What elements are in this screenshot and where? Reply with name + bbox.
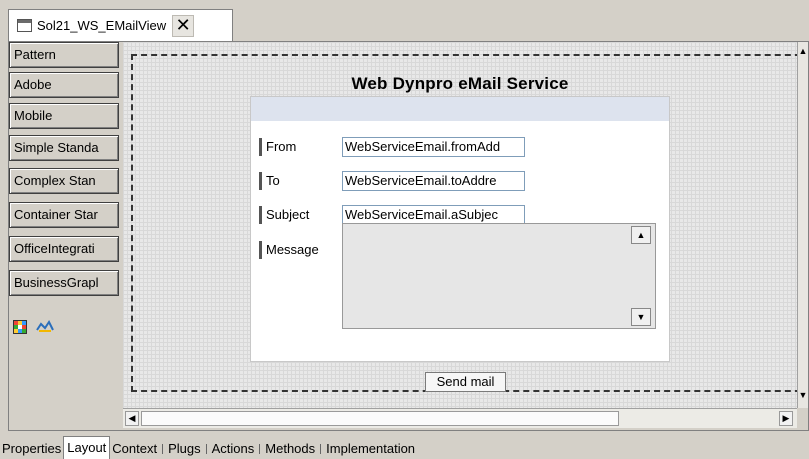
editor-tabstrip: Sol21_WS_EMailView ✕ <box>0 0 809 42</box>
palette-item-container-standard[interactable]: Container Star <box>9 202 119 228</box>
to-label: To <box>259 172 280 190</box>
tab-separator <box>320 444 322 454</box>
scroll-left-icon[interactable]: ◀ <box>125 411 139 426</box>
window-icon <box>17 19 32 32</box>
tab-context[interactable]: Context <box>110 439 159 459</box>
tab-plugs[interactable]: Plugs <box>166 439 203 459</box>
scroll-down-icon[interactable]: ▼ <box>798 388 808 402</box>
message-label: Message <box>259 241 319 259</box>
to-field[interactable]: WebServiceEmail.toAddre <box>342 171 525 191</box>
tab-separator <box>205 444 207 454</box>
scroll-up-icon[interactable]: ▲ <box>798 44 808 58</box>
scroll-down-icon[interactable]: ▼ <box>631 308 651 326</box>
message-scrollbar[interactable]: ▲ ▼ <box>631 226 653 326</box>
palette-item-office-integration[interactable]: OfficeIntegrati <box>9 236 119 262</box>
vertical-scrollbar[interactable]: ▲ ▼ <box>797 42 808 408</box>
editor-bottom-tabs: Properties Layout Context Plugs Actions … <box>0 436 809 459</box>
scrollbar-thumb[interactable] <box>141 411 619 426</box>
email-form-panel: From WebServiceEmail.fromAdd To WebServi… <box>250 96 670 362</box>
tab-separator <box>259 444 261 454</box>
palette-item-pattern[interactable]: Pattern <box>9 42 119 68</box>
view-title: Web Dynpro eMail Service <box>351 74 569 93</box>
subject-label: Subject <box>259 206 309 224</box>
send-mail-button[interactable]: Send mail <box>425 372 506 392</box>
layout-grid-icon[interactable] <box>13 320 27 334</box>
scroll-up-icon[interactable]: ▲ <box>631 226 651 244</box>
close-icon[interactable]: ✕ <box>172 14 195 37</box>
subject-field[interactable]: WebServiceEmail.aSubjec <box>342 205 525 225</box>
from-field[interactable]: WebServiceEmail.fromAdd <box>342 137 525 157</box>
tab-actions[interactable]: Actions <box>210 439 257 459</box>
palette-item-business-graphics[interactable]: BusinessGrapl <box>9 270 119 296</box>
horizontal-scrollbar[interactable]: ◀ ▶ <box>123 408 797 428</box>
tab-layout[interactable]: Layout <box>63 436 111 459</box>
cloud-icon[interactable] <box>35 320 55 337</box>
from-label: From <box>259 138 296 156</box>
scroll-right-icon[interactable]: ▶ <box>779 411 793 426</box>
tab-properties[interactable]: Properties <box>0 439 63 459</box>
form-panel-header <box>251 97 669 121</box>
message-textarea[interactable]: ▲ ▼ <box>342 223 656 329</box>
tab-separator <box>162 444 164 454</box>
view-designer: Pattern Adobe Mobile Simple Standa Compl… <box>8 41 809 431</box>
palette-icons <box>13 320 55 337</box>
design-canvas[interactable]: Web Dynpro eMail Service From WebService… <box>123 42 797 408</box>
tab-methods[interactable]: Methods <box>263 439 317 459</box>
ui-element-palette: Pattern Adobe Mobile Simple Standa Compl… <box>9 42 124 408</box>
palette-item-simple-standard[interactable]: Simple Standa <box>9 135 119 161</box>
palette-item-adobe[interactable]: Adobe <box>9 72 119 98</box>
tab-implementation[interactable]: Implementation <box>324 439 417 459</box>
palette-item-complex-standard[interactable]: Complex Stan <box>9 168 119 194</box>
palette-item-mobile[interactable]: Mobile <box>9 103 119 129</box>
editor-tab-title: Sol21_WS_EMailView <box>37 18 167 33</box>
editor-tab[interactable]: Sol21_WS_EMailView ✕ <box>8 9 233 41</box>
